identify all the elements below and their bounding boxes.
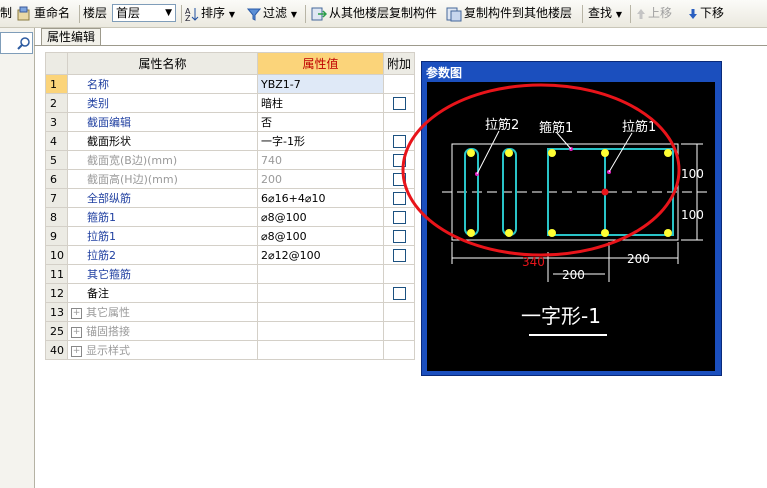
value-cell[interactable] — [257, 283, 384, 303]
annotation-ellipse — [401, 83, 681, 257]
value-cell[interactable]: ⌀8@100 — [257, 207, 384, 227]
floor-label: 楼层 — [83, 6, 108, 20]
copy-to-floor-icon — [446, 7, 462, 21]
toolbar-separator — [305, 5, 306, 23]
copy-to-floor-button[interactable]: 复制构件到其他楼层 — [446, 0, 572, 27]
value-cell[interactable]: 200 — [257, 169, 384, 189]
toolbar-separator — [630, 5, 631, 23]
arrow-down-icon — [689, 8, 697, 19]
expand-icon[interactable]: + — [71, 326, 82, 338]
value-cell[interactable]: 2⌀12@100 — [257, 245, 384, 265]
header-extra[interactable]: 附加 — [382, 52, 416, 75]
header-value[interactable]: 属性值 — [257, 52, 384, 75]
move-down-button[interactable]: 下移 — [688, 0, 724, 27]
copy-button[interactable]: 制 — [0, 0, 12, 27]
move-up-button[interactable]: 上移 — [636, 0, 672, 27]
expand-icon[interactable]: + — [71, 345, 82, 357]
table-row[interactable]: 6 截面高(H边)(mm) 200 — [45, 169, 416, 189]
expand-icon[interactable]: + — [71, 307, 82, 319]
search-input[interactable] — [0, 32, 33, 54]
svg-text:Z: Z — [185, 14, 191, 22]
extra-checkbox[interactable] — [392, 286, 406, 300]
value-cell[interactable] — [257, 302, 384, 322]
arrow-up-icon — [637, 8, 645, 19]
filter-button[interactable]: 过滤 ▼ — [247, 0, 297, 27]
table-row[interactable]: 9 拉筋1 ⌀8@100 — [45, 226, 416, 246]
value-cell[interactable] — [257, 321, 384, 341]
copy-from-floor-button[interactable]: 从其他楼层复制构件 — [311, 0, 437, 27]
shape-caption: 一字形-1 — [521, 304, 601, 328]
table-row[interactable]: 25 + 锚固搭接 — [45, 321, 416, 341]
property-grid: 属性名称 属性值 附加 1 名称 YBZ1-7 2 类别 暗柱 3 截面编辑 否… — [45, 52, 416, 360]
table-row[interactable]: 5 截面宽(B边)(mm) 740 — [45, 150, 416, 170]
copy-from-floor-icon — [311, 7, 327, 20]
tab-property-edit[interactable]: 属性编辑 — [41, 28, 102, 46]
toolbar: 制 重命名 楼层 首层 ▼ A Z 排序 ▼ 过滤 ▼ 从其他楼层复制构件 复制构件到… — [0, 0, 767, 28]
floor-select[interactable]: 首层 ▼ — [112, 4, 176, 22]
value-cell[interactable]: 740 — [257, 150, 384, 170]
search-icon[interactable] — [17, 36, 31, 50]
table-row[interactable]: 11 其它箍筋 — [45, 264, 416, 284]
value-cell[interactable]: 暗柱 — [257, 93, 384, 113]
grid-header: 属性名称 属性值 附加 — [45, 52, 416, 75]
left-panel — [0, 28, 35, 488]
value-cell[interactable]: 6⌀16+4⌀10 — [257, 188, 384, 208]
value-cell[interactable]: 否 — [257, 112, 384, 132]
rename-button[interactable]: 重命名 — [16, 0, 70, 27]
toolbar-separator — [181, 5, 182, 23]
table-row[interactable]: 1 名称 YBZ1-7 — [45, 74, 416, 94]
sort-button[interactable]: A Z 排序 ▼ — [185, 0, 235, 27]
reference-title: 参数图 — [426, 66, 463, 80]
value-cell[interactable] — [257, 264, 384, 284]
rename-icon — [17, 6, 30, 20]
value-cell[interactable]: ⌀8@100 — [257, 226, 384, 246]
chevron-down-icon: ▼ — [165, 8, 172, 18]
value-cell[interactable]: 一字-1形 — [257, 131, 384, 151]
table-row[interactable]: 3 截面编辑 否 — [45, 112, 416, 132]
tab-divider — [34, 45, 767, 46]
header-name[interactable]: 属性名称 — [67, 52, 258, 75]
toolbar-separator — [79, 5, 80, 23]
dimension-200-left: 200 — [562, 268, 585, 282]
table-row[interactable]: 7 全部纵筋 6⌀16+4⌀10 — [45, 188, 416, 208]
table-row[interactable]: 13 + 其它属性 — [45, 302, 416, 322]
header-corner — [45, 52, 68, 75]
table-row[interactable]: 12 备注 — [45, 283, 416, 303]
find-button[interactable]: 查找 ▼ — [588, 0, 622, 27]
toolbar-separator — [582, 5, 583, 23]
filter-icon — [247, 8, 261, 21]
value-cell[interactable]: YBZ1-7 — [257, 74, 384, 94]
table-row[interactable]: 10 拉筋2 2⌀12@100 — [45, 245, 416, 265]
table-row[interactable]: 8 箍筋1 ⌀8@100 — [45, 207, 416, 227]
value-cell[interactable] — [257, 340, 384, 360]
table-row[interactable]: 4 截面形状 一字-1形 — [45, 131, 416, 151]
table-row[interactable]: 2 类别 暗柱 — [45, 93, 416, 113]
table-row[interactable]: 40 + 显示样式 — [45, 340, 416, 360]
sort-icon: AZ — [185, 7, 199, 22]
